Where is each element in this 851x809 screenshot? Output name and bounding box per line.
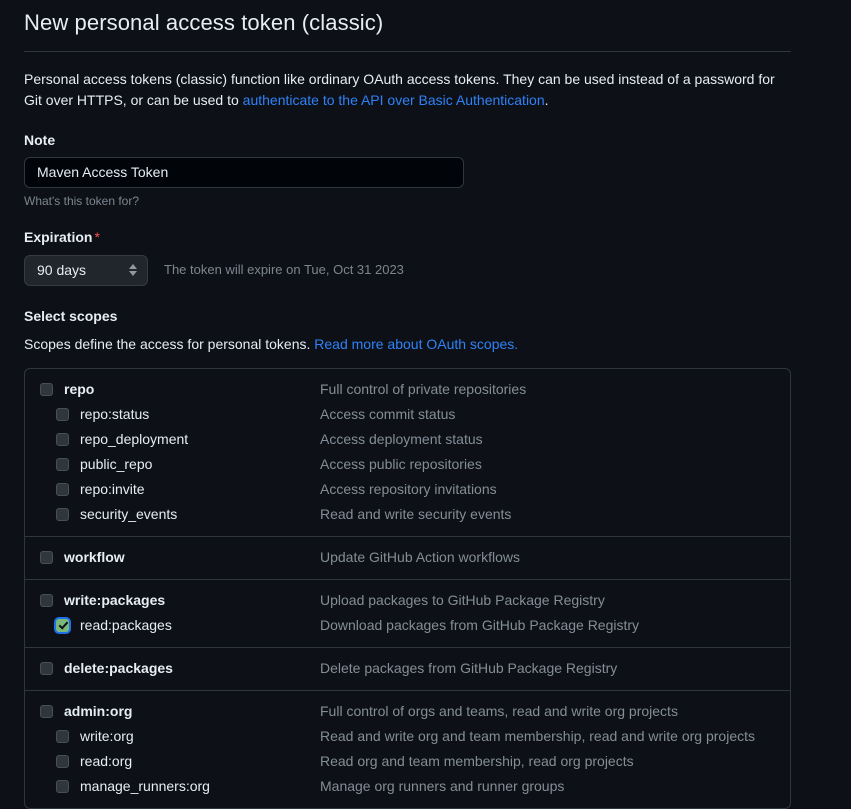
scope-row[interactable]: admin:org Full control of orgs and teams,…	[25, 699, 790, 724]
expiration-select-value: 90 days	[37, 262, 87, 278]
scopes-description-text: Scopes define the access for personal to…	[24, 335, 315, 352]
scope-description: Full control of private repositories	[320, 381, 527, 397]
scope-description: Delete packages from GitHub Package Regi…	[320, 660, 618, 676]
expiration-select[interactable]: 90 days	[24, 254, 148, 286]
scope-description: Update GitHub Action workflows	[320, 549, 520, 565]
scope-checkbox-read:org[interactable]	[56, 754, 69, 768]
scope-checkbox-repo_deployment[interactable]	[56, 432, 69, 446]
scope-description: Read org and team membership, read org p…	[320, 753, 634, 769]
scope-description: Upload packages to GitHub Package Regist…	[320, 592, 605, 608]
note-field-group: Note What's this token for?	[24, 111, 827, 209]
scope-row[interactable]: write:org Read and write org and team mem…	[25, 724, 790, 749]
note-hint: What's this token for?	[24, 193, 140, 208]
scope-row[interactable]: read:packages Download packages from GitH…	[25, 613, 790, 638]
intro-paragraph: Personal access tokens (classic) functio…	[24, 52, 786, 111]
scope-row[interactable]: repo Full control of private repositories	[25, 377, 790, 402]
scopes-description: Scopes define the access for personal to…	[24, 325, 827, 354]
scope-group: repo Full control of private repositories…	[25, 369, 790, 537]
scope-name: repo	[64, 381, 95, 397]
scope-name: repo_deployment	[80, 431, 189, 447]
select-scopes-heading: Select scopes	[24, 307, 118, 324]
expiration-note: The token will expire on Tue, Oct 31 202…	[164, 262, 404, 277]
new-token-page: New personal access token (classic) Pers…	[0, 0, 851, 809]
scope-checkbox-repo[interactable]	[40, 382, 53, 396]
expiration-field-group: Expiration * 90 days The token will expir…	[24, 209, 827, 286]
scope-name: read:packages	[80, 617, 172, 633]
scope-row[interactable]: repo_deployment Access deployment status	[25, 427, 790, 452]
scope-description: Access repository invitations	[320, 481, 497, 497]
scope-name: manage_runners:org	[80, 778, 210, 794]
scope-checkbox-write:org[interactable]	[56, 729, 69, 743]
required-asterisk: *	[94, 228, 100, 245]
scope-group: write:packages Upload packages to GitHub …	[25, 580, 790, 648]
scope-description: Access public repositories	[320, 456, 482, 472]
scope-name: public_repo	[80, 456, 153, 472]
scope-row[interactable]: repo:status Access commit status	[25, 402, 790, 427]
scope-group: workflow Update GitHub Action workflows	[25, 537, 790, 580]
scope-checkbox-workflow[interactable]	[40, 550, 53, 564]
chevron-updown-icon	[129, 264, 147, 276]
scope-row[interactable]: workflow Update GitHub Action workflows	[25, 545, 790, 570]
scope-checkbox-public_repo[interactable]	[56, 457, 69, 471]
scopes-list: repo Full control of private repositories…	[24, 367, 791, 809]
scope-description: Read and write security events	[320, 506, 512, 522]
scope-group: admin:org Full control of orgs and teams,…	[25, 691, 790, 808]
scope-row[interactable]: manage_runners:org Manage org runners and…	[25, 774, 790, 799]
basic-authentication-link[interactable]: authenticate to the API over Basic Authe…	[243, 92, 545, 108]
expiration-label-text: Expiration	[24, 228, 93, 245]
scope-name: write:packages	[64, 592, 166, 608]
expiration-row: 90 days The token will expire on Tue, Oc…	[24, 254, 827, 286]
scope-name: repo:invite	[80, 481, 145, 497]
note-label: Note	[24, 131, 56, 148]
scope-checkbox-security_events[interactable]	[56, 507, 69, 521]
scope-name: read:org	[80, 753, 133, 769]
expiration-label: Expiration *	[24, 229, 100, 245]
scope-checkbox-repo:status[interactable]	[56, 407, 69, 421]
scope-checkbox-write:packages[interactable]	[40, 593, 53, 607]
scope-description: Manage org runners and runner groups	[320, 778, 565, 794]
scope-checkbox-delete:packages[interactable]	[40, 661, 53, 675]
page-title: New personal access token (classic)	[24, 10, 384, 35]
scope-group: delete:packages Delete packages from GitH…	[25, 648, 790, 691]
scopes-section: Select scopes Scopes define the access f…	[24, 286, 827, 354]
scope-row[interactable]: security_events Read and write security e…	[25, 502, 790, 527]
scope-row[interactable]: public_repo Access public repositories	[25, 452, 790, 477]
note-input[interactable]	[24, 156, 464, 188]
scope-name: security_events	[80, 506, 178, 522]
scope-description: Access commit status	[320, 406, 456, 422]
scope-row[interactable]: read:org Read org and team membership, re…	[25, 749, 790, 774]
scope-checkbox-read:packages[interactable]	[56, 618, 69, 632]
scope-name: workflow	[64, 549, 125, 565]
scope-name: repo:status	[80, 406, 150, 422]
scope-name: write:org	[80, 728, 134, 744]
scope-description: Download packages from GitHub Package Re…	[320, 617, 640, 633]
scope-description: Access deployment status	[320, 431, 483, 447]
scope-name: delete:packages	[64, 660, 173, 676]
scope-description: Full control of orgs and teams, read and…	[320, 703, 678, 719]
intro-text-after: .	[544, 91, 549, 108]
scope-checkbox-repo:invite[interactable]	[56, 482, 69, 496]
scope-description: Read and write org and team membership, …	[320, 728, 755, 744]
oauth-scopes-link[interactable]: Read more about OAuth scopes.	[314, 336, 518, 352]
scope-row[interactable]: write:packages Upload packages to GitHub …	[25, 588, 790, 613]
scope-checkbox-admin:org[interactable]	[40, 704, 53, 718]
scope-checkbox-manage_runners:org[interactable]	[56, 779, 69, 793]
scope-row[interactable]: delete:packages Delete packages from GitH…	[25, 656, 790, 681]
scope-row[interactable]: repo:invite Access repository invitations	[25, 477, 790, 502]
scope-name: admin:org	[64, 703, 133, 719]
